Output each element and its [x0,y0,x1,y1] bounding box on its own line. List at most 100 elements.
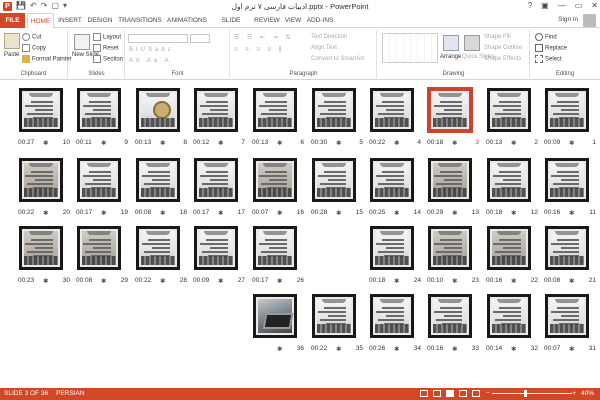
slide-thumbnail[interactable] [487,88,531,132]
ribbon-display-button[interactable]: ▣ [541,0,549,12]
slide-thumbnail[interactable] [19,158,63,202]
layout-button[interactable]: Layout [93,33,121,41]
slide-thumbnail[interactable] [428,226,472,270]
transition-star-icon[interactable]: ✱ [218,209,223,217]
slide-thumbnail[interactable] [428,158,472,202]
slide-thumbnail[interactable] [370,88,414,132]
transition-star-icon[interactable]: ✱ [336,139,341,147]
cut-button[interactable]: Cut [22,33,41,41]
convert-smartart-button[interactable]: Convert to SmartArt [311,56,364,62]
zoom-out-button[interactable]: − [486,388,490,400]
transition-star-icon[interactable]: ✱ [394,209,399,217]
font-color-icons[interactable]: AV Aa A [129,58,172,64]
transition-star-icon[interactable]: ✱ [160,277,165,285]
slide-thumbnail[interactable] [253,88,297,132]
transition-star-icon[interactable]: ✱ [394,345,399,353]
transition-star-icon[interactable]: ✱ [101,209,106,217]
slide-thumbnail[interactable] [253,226,297,270]
slide-thumbnail[interactable] [253,294,297,338]
shape-fill-button[interactable]: Shape Fill [484,34,511,40]
shapes-gallery[interactable] [382,33,438,63]
tab-file[interactable]: FILE [0,13,25,28]
align-icons[interactable]: ≡ ≡ ≡ ≡ ⫼ [234,47,284,54]
slide-thumbnail[interactable] [194,158,238,202]
transition-star-icon[interactable]: ✱ [452,139,457,147]
transition-star-icon[interactable]: ✱ [511,345,516,353]
slide-thumbnail[interactable] [77,158,121,202]
find-button[interactable]: Find [535,33,557,41]
select-button[interactable]: Select [535,55,562,63]
section-button[interactable]: Section [93,55,123,63]
transition-star-icon[interactable]: ✱ [277,209,282,217]
slide-thumbnail[interactable] [312,88,356,132]
transition-star-icon[interactable]: ✱ [43,209,48,217]
font-format-icons[interactable]: BIUSabc [129,47,174,53]
zoom-percent[interactable]: 40% [581,388,594,400]
shape-effects-button[interactable]: Shape Effects [484,56,521,62]
slide-thumbnail[interactable] [370,226,414,270]
tab-view[interactable]: VIEW [283,13,303,28]
transition-star-icon[interactable]: ✱ [511,139,516,147]
avatar[interactable] [583,14,596,27]
transition-star-icon[interactable]: ✱ [511,277,516,285]
font-name-field[interactable] [128,34,188,43]
slide-thumbnail[interactable] [545,88,589,132]
slide-thumbnail[interactable] [19,88,63,132]
close-button[interactable]: ✕ [591,0,598,12]
slide-thumbnail[interactable] [545,294,589,338]
tab-home[interactable]: HOME [27,13,54,29]
zoom-slider[interactable] [492,390,572,397]
tab-animations[interactable]: ANIMATIONS [165,13,209,28]
tab-design[interactable]: DESIGN [86,13,114,28]
transition-star-icon[interactable]: ✱ [101,139,106,147]
slide-thumbnail[interactable] [545,158,589,202]
transition-star-icon[interactable]: ✱ [160,139,165,147]
transition-star-icon[interactable]: ✱ [277,139,282,147]
transition-star-icon[interactable]: ✱ [511,209,516,217]
format-painter-button[interactable]: Format Painter [22,55,72,63]
copy-button[interactable]: Copy [22,44,46,52]
slide-thumbnail[interactable] [370,158,414,202]
transition-star-icon[interactable]: ✱ [160,209,165,217]
font-size-field[interactable] [190,34,210,43]
slide-thumbnail[interactable] [312,294,356,338]
slide-thumbnail[interactable] [194,226,238,270]
slide-thumbnail[interactable] [136,88,180,132]
maximize-button[interactable]: ▭ [575,0,583,12]
reading-view-icon[interactable] [459,390,467,397]
slide-thumbnail[interactable] [370,294,414,338]
slide-thumbnail[interactable] [194,88,238,132]
arrange-icon[interactable] [443,35,459,51]
transition-star-icon[interactable]: ✱ [569,139,574,147]
tab-insert[interactable]: INSERT [57,13,83,28]
transition-star-icon[interactable]: ✱ [218,277,223,285]
transition-star-icon[interactable]: ✱ [569,209,574,217]
slide-thumbnail[interactable] [487,294,531,338]
transition-star-icon[interactable]: ✱ [43,139,48,147]
tab-transitions[interactable]: TRANSITIONS [117,13,163,28]
slide-thumbnail[interactable] [253,158,297,202]
slide-thumbnail[interactable] [428,294,472,338]
arrange-button[interactable]: Arrange [440,54,461,60]
slide-thumbnail[interactable] [428,88,472,132]
paste-button[interactable]: Paste [4,52,19,58]
transition-star-icon[interactable]: ✱ [101,277,106,285]
replace-button[interactable]: Replace [535,44,567,52]
transition-star-icon[interactable]: ✱ [394,277,399,285]
slide-thumbnail[interactable] [136,226,180,270]
zoom-in-button[interactable]: + [572,388,576,400]
transition-star-icon[interactable]: ✱ [452,209,457,217]
transition-star-icon[interactable]: ✱ [394,139,399,147]
transition-star-icon[interactable]: ✱ [277,277,282,285]
slide-thumbnail[interactable] [77,88,121,132]
slideshow-icon[interactable] [472,390,480,397]
zoom-slider-thumb[interactable] [524,390,527,397]
tab-slide-show[interactable]: SLIDE SHOW [211,13,251,39]
transition-star-icon[interactable]: ✱ [452,277,457,285]
slide-thumbnail[interactable] [487,226,531,270]
slide-sorter-pane[interactable]: 00:27 ✱ 10 00:11 ✱ 9 00:13 ✱ 8 00:12 ✱ 7 00:13 ✱ 6 00:3… [0,81,600,388]
list-icons[interactable]: ☰ ☷ ⇤ ⇥ ⇅ [234,34,294,41]
transition-star-icon[interactable]: ✱ [336,209,341,217]
transition-star-icon[interactable]: ✱ [277,345,282,353]
slide-thumbnail[interactable] [312,158,356,202]
